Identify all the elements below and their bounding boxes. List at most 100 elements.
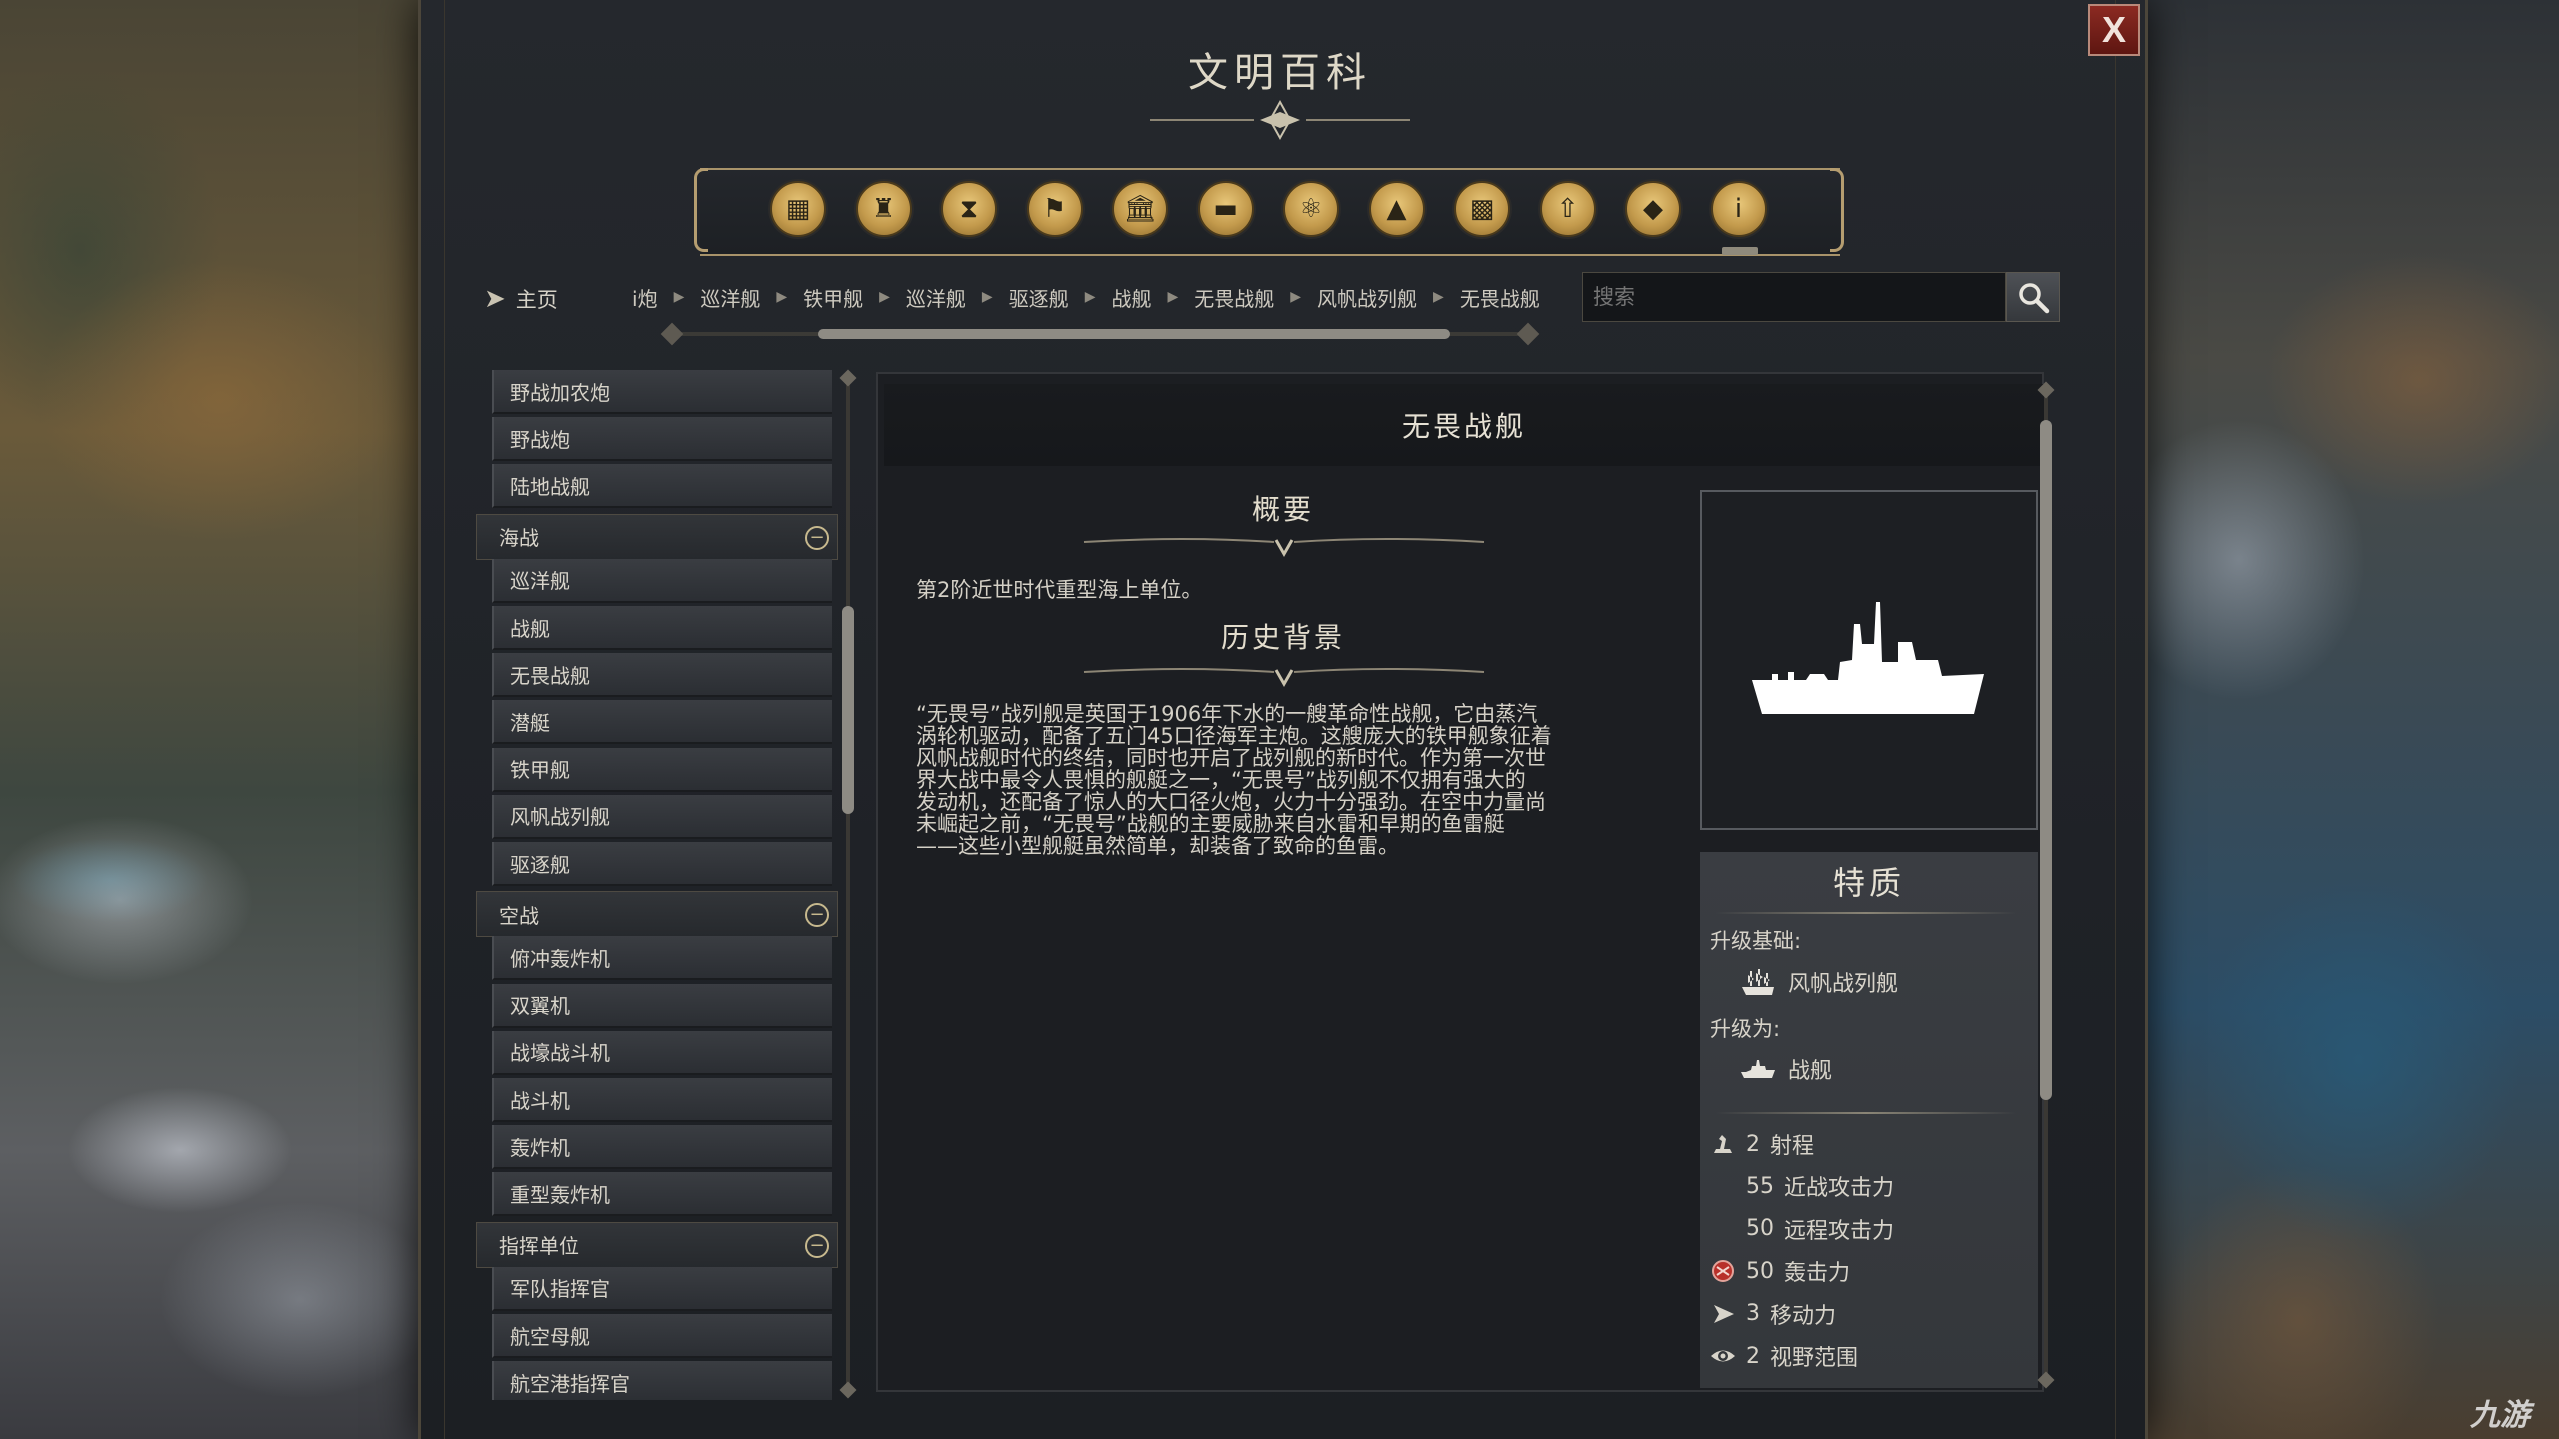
breadcrumb-item[interactable]: 巡洋舰 xyxy=(696,283,764,312)
back-arrow-icon: ➤ xyxy=(484,284,506,314)
list-item[interactable]: 双翼机 xyxy=(492,983,832,1028)
list-item[interactable]: 驱逐舰 xyxy=(492,842,832,886)
stat-value: 3 xyxy=(1746,1301,1760,1327)
history-line: ——这些小型舰艇虽然简单，却装备了致命的鱼雷。 xyxy=(916,834,1399,858)
list-item[interactable]: 铁甲舰 xyxy=(492,747,832,792)
close-button[interactable]: X xyxy=(2088,4,2140,56)
traits-stats-rule xyxy=(1716,1112,2016,1114)
list-item[interactable]: 无畏战舰 xyxy=(492,653,832,698)
article-title: 无畏战舰 xyxy=(884,384,2044,466)
list-category-label: 指挥单位 xyxy=(499,1234,579,1259)
list-item[interactable]: 野战炮 xyxy=(492,417,832,462)
upgrade-to-value: 战舰 xyxy=(1788,1059,1833,1084)
sight-icon xyxy=(1710,1343,1736,1369)
upgrade-to-link[interactable]: 战舰 xyxy=(1740,1053,1832,1085)
bombard-icon xyxy=(1710,1258,1736,1284)
breadcrumb-item[interactable]: 无畏战舰 xyxy=(1190,283,1278,312)
buildings-icon[interactable]: 🏛 xyxy=(1112,181,1168,237)
list-item[interactable]: 风帆战列舰 xyxy=(492,794,832,839)
civilizations-icon[interactable]: ♜ xyxy=(855,181,912,237)
stat-value: 2 xyxy=(1746,1131,1760,1157)
resources-icon[interactable]: ◆ xyxy=(1625,181,1681,237)
map-background-left xyxy=(0,0,440,1439)
list-item[interactable]: 潜艇 xyxy=(492,700,832,745)
stat-row: 50 远程攻击力 xyxy=(1710,1213,1894,1245)
history-line: 风帆战舰时代的终结，同时也开启了战列舰的新时代。作为第一次世 xyxy=(916,746,1546,770)
search-button[interactable] xyxy=(2006,272,2060,322)
list-item[interactable]: 重型轰炸机 xyxy=(492,1172,832,1217)
list-category-header[interactable]: 指挥单位 − xyxy=(476,1221,838,1268)
districts-icon[interactable]: ⚑ xyxy=(1026,181,1083,237)
breadcrumb-scroll-thumb[interactable] xyxy=(818,329,1450,339)
summary-heading: 概要 xyxy=(1251,493,1314,526)
breadcrumb-separator-icon: ▶ xyxy=(1433,289,1444,305)
stat-row: 3 移动力 xyxy=(1710,1298,1836,1330)
list-item[interactable]: 战舰 xyxy=(492,606,832,650)
list-item[interactable]: 陆地战舰 xyxy=(492,464,832,509)
list-item[interactable]: 俯冲轰炸机 xyxy=(492,936,832,981)
search-input[interactable] xyxy=(1582,272,2006,322)
list-item[interactable]: 航空母舰 xyxy=(492,1314,832,1358)
breadcrumb-item[interactable]: 铁甲舰 xyxy=(799,283,867,312)
sidebar-list: 野战加农炮 野战炮 陆地战舰海战 − 巡洋舰 战舰 无畏战舰 潜艇 铁甲舰 风帆战列舰 驱逐舰空战 −… xyxy=(476,370,838,1400)
breadcrumb-item[interactable]: 战舰 xyxy=(1107,283,1155,312)
stat-label: 近战攻击力 xyxy=(1784,1176,1895,1202)
list-category-label: 空战 xyxy=(499,903,539,928)
home-link[interactable]: ➤ 主页 xyxy=(484,284,558,314)
stat-label: 远程攻击力 xyxy=(1784,1218,1895,1244)
city-icon[interactable]: ▩ xyxy=(1454,181,1510,237)
list-category-header[interactable]: 海战 − xyxy=(476,513,838,560)
battleship-icon xyxy=(1741,1060,1775,1078)
list-category-label: 海战 xyxy=(499,526,539,551)
upgrade-from-value: 风帆战列舰 xyxy=(1788,972,1899,997)
list-item[interactable]: 战壕战斗机 xyxy=(492,1030,832,1075)
traits-title: 特质 xyxy=(1832,864,1905,902)
melee-icon xyxy=(1710,1173,1736,1199)
home-label: 主页 xyxy=(515,288,558,312)
breadcrumb-separator-icon: ▶ xyxy=(1290,289,1302,305)
breadcrumb-item[interactable]: і炮 xyxy=(628,283,662,312)
list-item[interactable]: 野战加农炮 xyxy=(492,370,832,414)
list-item[interactable]: 巡洋舰 xyxy=(492,558,832,603)
stat-label: 视野范围 xyxy=(1770,1346,1859,1371)
upgrade-to-label: 升级为: xyxy=(1710,1017,1781,1041)
breadcrumb-item[interactable]: 风帆战列舰 xyxy=(1313,283,1421,312)
history-line: 界大战中最令人畏惧的舰艇之一，“无畏号”战列舰不仅拥有强大的 xyxy=(916,768,1526,792)
eras-icon[interactable]: ⧗ xyxy=(941,181,997,237)
breadcrumb-separator-icon: ▶ xyxy=(981,289,993,305)
stat-label: 射程 xyxy=(1770,1134,1815,1159)
science-icon[interactable]: ⚛ xyxy=(1283,181,1339,237)
history-heading: 历史背景 xyxy=(1220,621,1345,654)
ranged-icon xyxy=(1710,1216,1736,1242)
breadcrumb-separator-icon: ▶ xyxy=(879,289,890,305)
article-scroll-thumb[interactable] xyxy=(2040,420,2052,1100)
upgrade-from-link[interactable]: 风帆战列舰 xyxy=(1740,966,1898,998)
list-category-header[interactable]: 空战 − xyxy=(476,891,838,938)
breadcrumb-item[interactable]: 无畏战舰 xyxy=(1456,283,1544,312)
breadcrumb-item[interactable]: 巡洋舰 xyxy=(902,283,970,312)
collapse-icon[interactable]: − xyxy=(805,903,829,928)
breadcrumb-separator-icon: ▶ xyxy=(1084,289,1096,305)
collapse-icon[interactable]: − xyxy=(805,525,829,550)
breadcrumb-separator-icon: ▶ xyxy=(1167,289,1179,305)
list-item[interactable]: 轰炸机 xyxy=(492,1125,832,1170)
search-icon xyxy=(2019,283,2050,314)
history-line: “无畏号”战列舰是英国于1906年下水的一艘革命性战舰，它由蒸汽 xyxy=(916,702,1538,726)
breadcrumb-separator-icon: ▶ xyxy=(776,289,788,305)
units-icon[interactable]: ⇧ xyxy=(1539,181,1596,237)
summary-text: 第2阶近世时代重型海上单位。 xyxy=(916,578,1203,602)
general-icon[interactable]: ▦ xyxy=(770,181,826,237)
breadcrumb-item[interactable]: 驱逐舰 xyxy=(1005,283,1073,312)
list-item[interactable]: 战斗机 xyxy=(492,1078,832,1122)
info-icon[interactable]: i xyxy=(1710,181,1767,237)
movement-icon xyxy=(1710,1301,1736,1327)
list-item[interactable]: 军队指挥官 xyxy=(492,1266,832,1311)
culture-icon[interactable]: ▬ xyxy=(1197,181,1254,237)
stat-value: 2 xyxy=(1746,1343,1760,1369)
ship-of-the-line-icon xyxy=(1742,969,1774,995)
terrain-icon[interactable]: ▲ xyxy=(1368,181,1425,237)
sidebar-scroll-thumb[interactable] xyxy=(842,606,854,814)
collapse-icon[interactable]: − xyxy=(805,1233,829,1258)
list-item[interactable]: 航空港指挥官 xyxy=(492,1361,832,1400)
history-line: 发动机，还配备了惊人的大口径火炮，火力十分强劲。在空中力量尚 xyxy=(916,790,1546,814)
